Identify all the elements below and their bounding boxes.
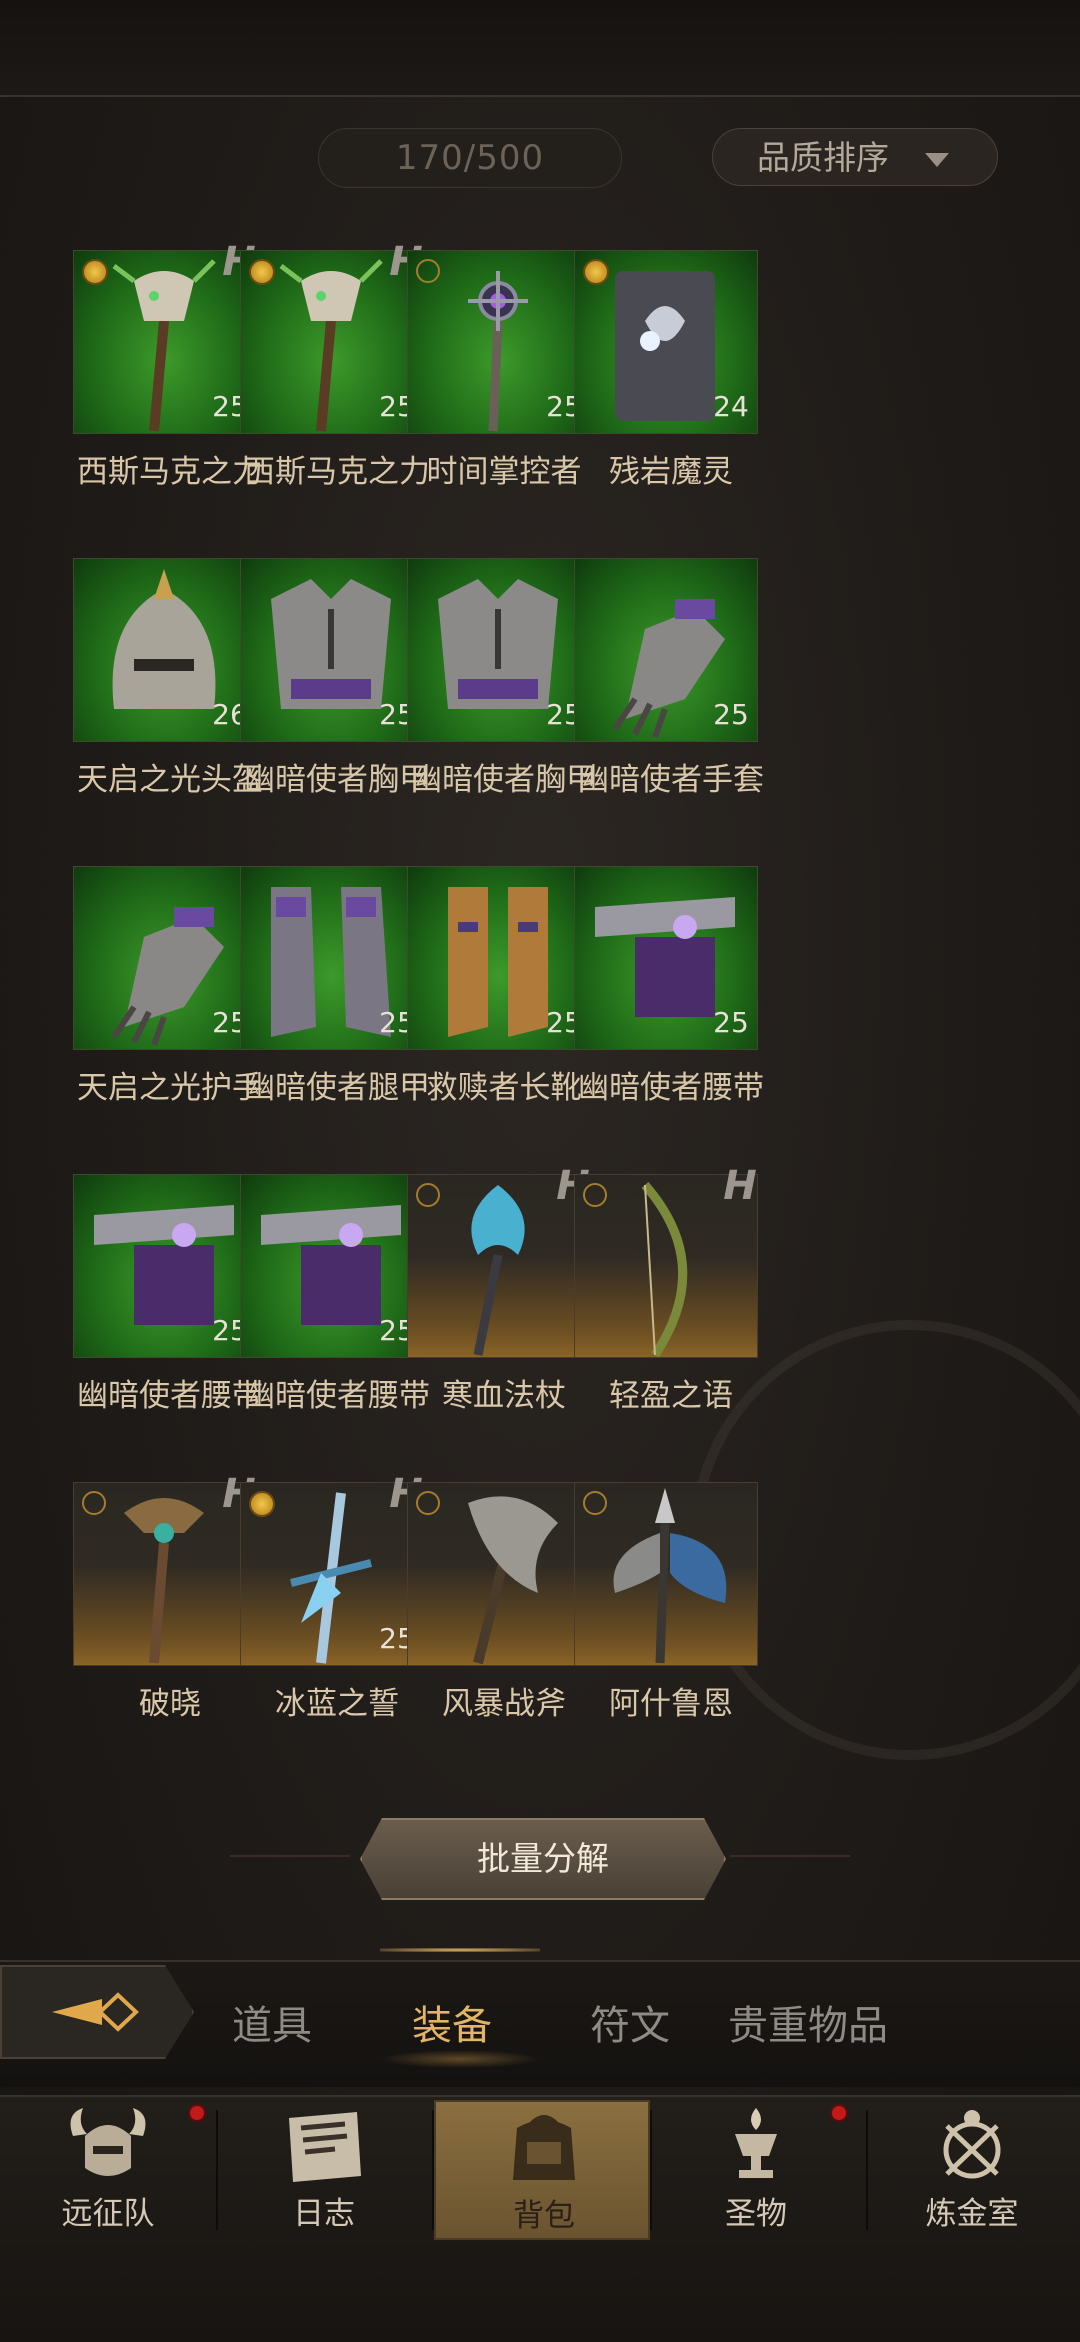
- nav-alchemy[interactable]: 炼金室: [864, 2100, 1080, 2240]
- item-thumbnail: 25: [407, 250, 591, 434]
- item-name: 残岩魔灵: [609, 454, 733, 490]
- nav-relics[interactable]: 圣物: [648, 2100, 864, 2240]
- nav-label: 背包: [513, 2198, 575, 2234]
- item-name: 轻盈之语: [609, 1378, 733, 1414]
- nav-backpack[interactable]: 背包: [434, 2100, 650, 2240]
- top-bar: [0, 0, 1080, 97]
- tab-valuables[interactable]: 贵重物品: [728, 1993, 888, 2051]
- item-level-text: 25: [713, 1006, 749, 1039]
- tab-runes[interactable]: 符文: [590, 1993, 670, 2051]
- item-level: 24: [709, 385, 753, 429]
- sort-dropdown[interactable]: 品质排序: [712, 128, 998, 186]
- set-mark-icon: H: [723, 1163, 757, 1209]
- item-thumbnail: 25: [240, 866, 424, 1050]
- item-name: 幽暗使者手套: [578, 762, 764, 798]
- sort-label: 品质排序: [757, 138, 889, 177]
- slot-ring-icon: [82, 1491, 106, 1515]
- item-level-text: 24: [713, 390, 749, 423]
- item-thumbnail: 25: [407, 866, 591, 1050]
- rarity-badge-icon: [249, 259, 275, 285]
- item-thumbnail: 24: [574, 250, 758, 434]
- item-level: 25: [709, 693, 753, 737]
- item-thumbnail: [407, 1482, 591, 1666]
- item-level: 25: [709, 1001, 753, 1045]
- item-thumbnail: 25: [407, 558, 591, 742]
- item-thumbnail: 25: [574, 558, 758, 742]
- tab-items[interactable]: 道具: [232, 1993, 312, 2051]
- item-level-text: 25: [713, 698, 749, 731]
- slot-ring-icon: [416, 1183, 440, 1207]
- nav-journal[interactable]: 日志: [216, 2100, 432, 2240]
- backpack-icon: [513, 2115, 575, 2180]
- chevron-down-icon: [925, 153, 949, 167]
- chalice-icon: [735, 2108, 777, 2178]
- item-thumbnail: 25: [73, 1174, 257, 1358]
- slot-ring-icon: [583, 1491, 607, 1515]
- bulk-disassemble-button[interactable]: 批量分解: [360, 1818, 726, 1900]
- notification-dot: [188, 2104, 206, 2122]
- item-thumbnail: 25: [73, 866, 257, 1050]
- rarity-badge-icon: [82, 259, 108, 285]
- back-button[interactable]: [0, 1965, 194, 2059]
- active-tab-indicator: [380, 2050, 540, 2068]
- tab-equipment[interactable]: 装备: [412, 1993, 492, 2051]
- tab-divider: [380, 1948, 540, 1952]
- inventory-count: 170/500: [318, 128, 622, 188]
- item-name: 阿什鲁恩: [609, 1686, 733, 1722]
- rarity-badge-icon: [583, 259, 609, 285]
- nav-label: 远征队: [61, 2196, 155, 2232]
- arrow-left-icon: [52, 1992, 139, 2032]
- slot-ring-icon: [583, 1183, 607, 1207]
- horned-helmet-icon: [70, 2108, 146, 2176]
- slot-ring-icon: [416, 1491, 440, 1515]
- item-thumbnail: 25: [240, 558, 424, 742]
- item-thumbnail: 25: [574, 866, 758, 1050]
- item-thumbnail: 25: [240, 1174, 424, 1358]
- divider: [230, 1855, 350, 1857]
- rarity-badge-icon: [249, 1491, 275, 1517]
- item-name: 幽暗使者腰带: [578, 1070, 764, 1106]
- item-thumbnail: [574, 1482, 758, 1666]
- slot-ring-icon: [416, 259, 440, 283]
- notification-dot: [830, 2104, 848, 2122]
- scroll-icon: [289, 2112, 361, 2182]
- alchemy-icon: [943, 2110, 1001, 2179]
- nav-expedition[interactable]: 远征队: [0, 2100, 216, 2240]
- item-thumbnail: 26: [73, 558, 257, 742]
- nav-label: 圣物: [725, 2196, 787, 2232]
- nav-label: 炼金室: [925, 2196, 1019, 2232]
- divider: [730, 1855, 850, 1857]
- nav-label: 日志: [293, 2196, 355, 2232]
